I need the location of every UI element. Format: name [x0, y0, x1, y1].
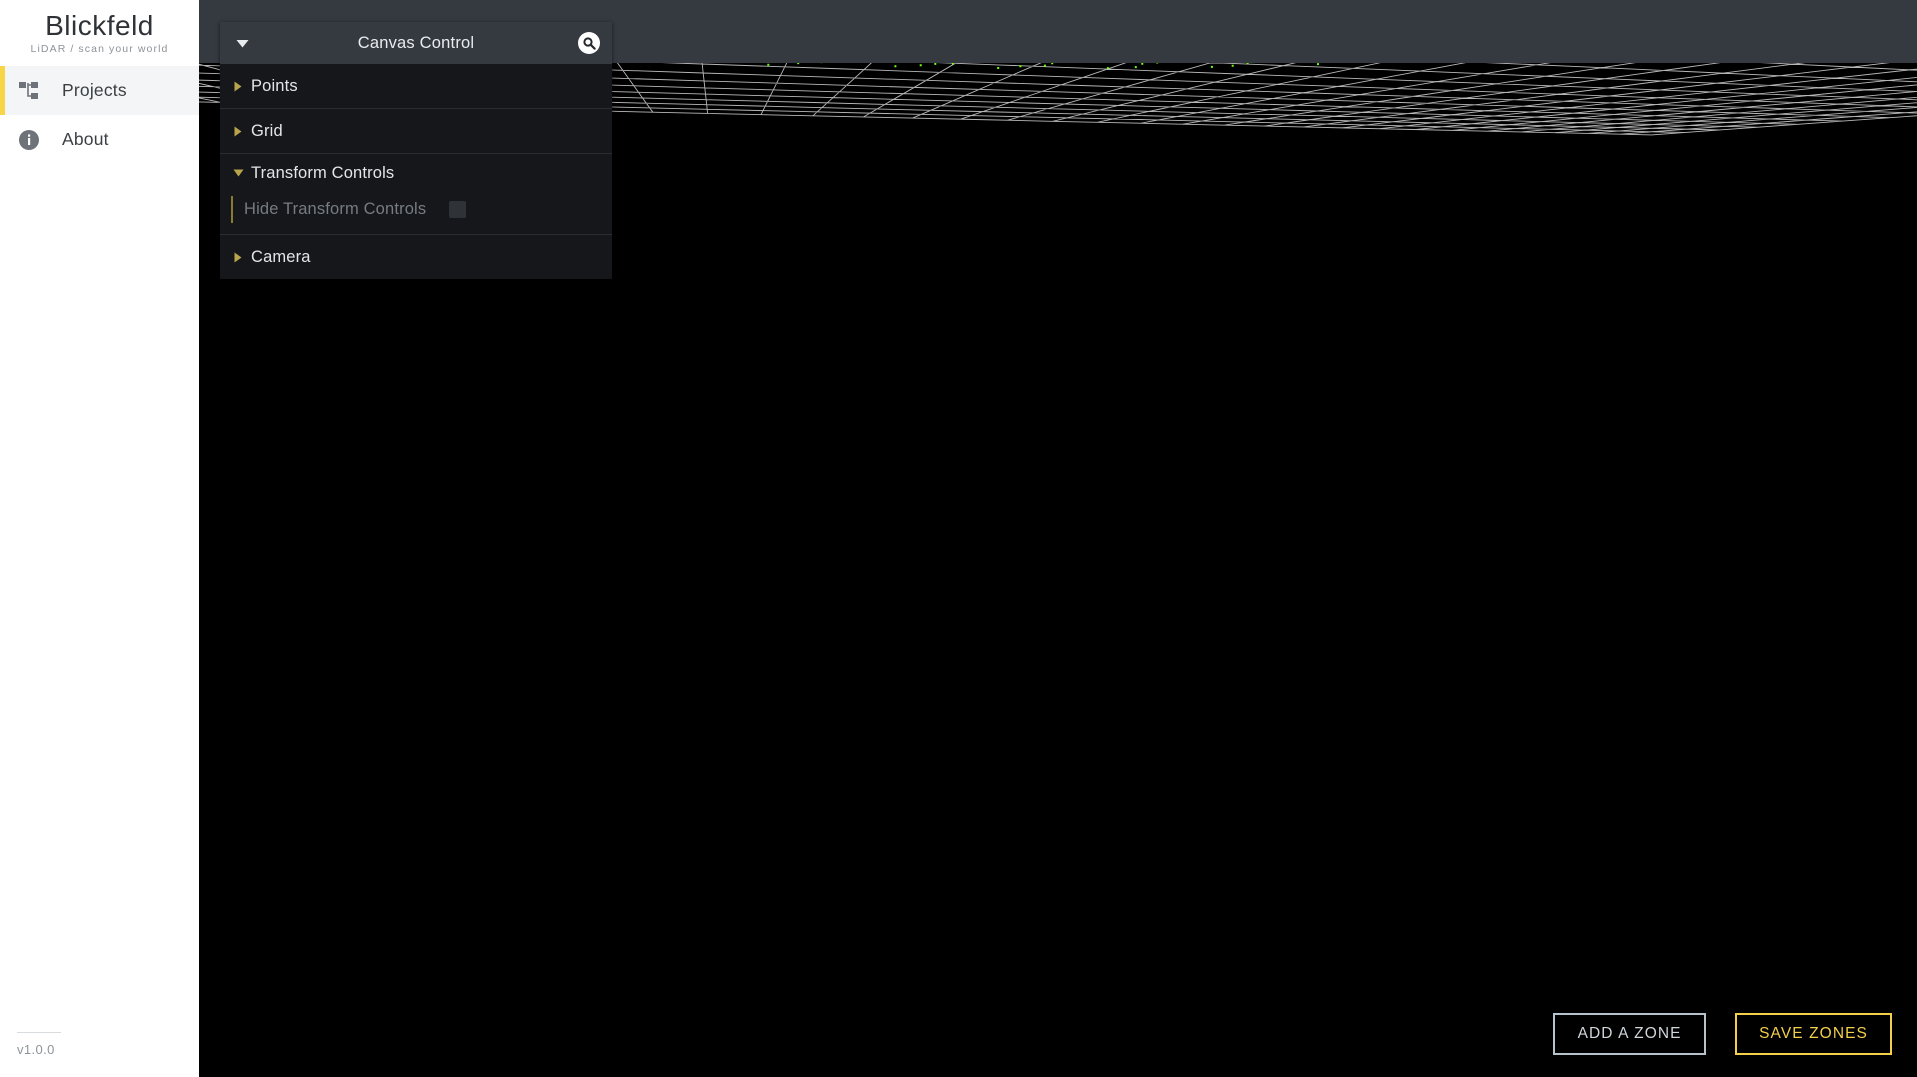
divider [17, 1032, 61, 1033]
hide-transform-controls-checkbox[interactable] [449, 200, 467, 218]
cc-section-label: Points [251, 76, 298, 95]
caret-right-icon [231, 79, 245, 93]
caret-down-icon[interactable] [232, 33, 252, 53]
sidebar-nav: Projects About [0, 66, 199, 164]
nesting-bar [231, 195, 233, 223]
cc-row-points[interactable]: Points [220, 64, 612, 108]
main-area: Project Wizard Canvas Control [199, 0, 1917, 1077]
cc-row-transform-controls[interactable]: Transform Controls [220, 154, 612, 192]
sidebar-item-about[interactable]: About [0, 115, 199, 164]
sidebar-item-label: About [62, 129, 109, 149]
version-label: v1.0.0 [17, 1042, 55, 1057]
cc-section-camera: Camera [220, 235, 612, 279]
cc-row-camera[interactable]: Camera [220, 235, 612, 279]
sidebar: Blickfeld LiDAR / scan your world Projec… [0, 0, 199, 1077]
cc-section-points: Points [220, 64, 612, 109]
add-a-zone-button[interactable]: ADD A ZONE [1553, 1013, 1707, 1055]
sidebar-item-projects[interactable]: Projects [0, 66, 199, 115]
cc-section-label: Transform Controls [251, 163, 395, 182]
save-zones-button[interactable]: SAVE ZONES [1735, 1013, 1892, 1055]
action-button-group: ADD A ZONE SAVE ZONES [1553, 1013, 1892, 1055]
brand-tagline: LiDAR / scan your world [30, 43, 169, 55]
info-circle-icon [14, 127, 44, 153]
caret-down-icon [231, 166, 245, 180]
sidebar-item-label: Projects [62, 80, 127, 100]
app-root: Blickfeld LiDAR / scan your world Projec… [0, 0, 1917, 1077]
cc-sub-hide-transform-controls[interactable]: Hide Transform Controls [220, 192, 612, 226]
canvas-control-title: Canvas Control [357, 33, 475, 52]
cc-section-grid: Grid [220, 109, 612, 154]
caret-right-icon [231, 124, 245, 138]
logo-text: Blickfeld [45, 10, 154, 41]
version-block: v1.0.0 [17, 1032, 147, 1057]
cc-section-transform-controls: Transform Controls Hide Transform Contro… [220, 154, 612, 235]
cc-row-grid[interactable]: Grid [220, 109, 612, 153]
sitemap-icon [14, 78, 44, 104]
cc-section-label: Grid [251, 121, 283, 140]
brand-block: Blickfeld LiDAR / scan your world [0, 0, 199, 62]
cc-sub-label: Hide Transform Controls [244, 199, 427, 218]
canvas-control-header: Canvas Control [220, 22, 612, 64]
cc-section-label: Camera [251, 247, 311, 266]
caret-right-icon [231, 250, 245, 264]
blickfeld-logo: Blickfeld [0, 10, 199, 42]
canvas-control-panel: Canvas Control Points Grid Transform Con… [220, 22, 612, 279]
search-icon[interactable] [578, 32, 600, 54]
